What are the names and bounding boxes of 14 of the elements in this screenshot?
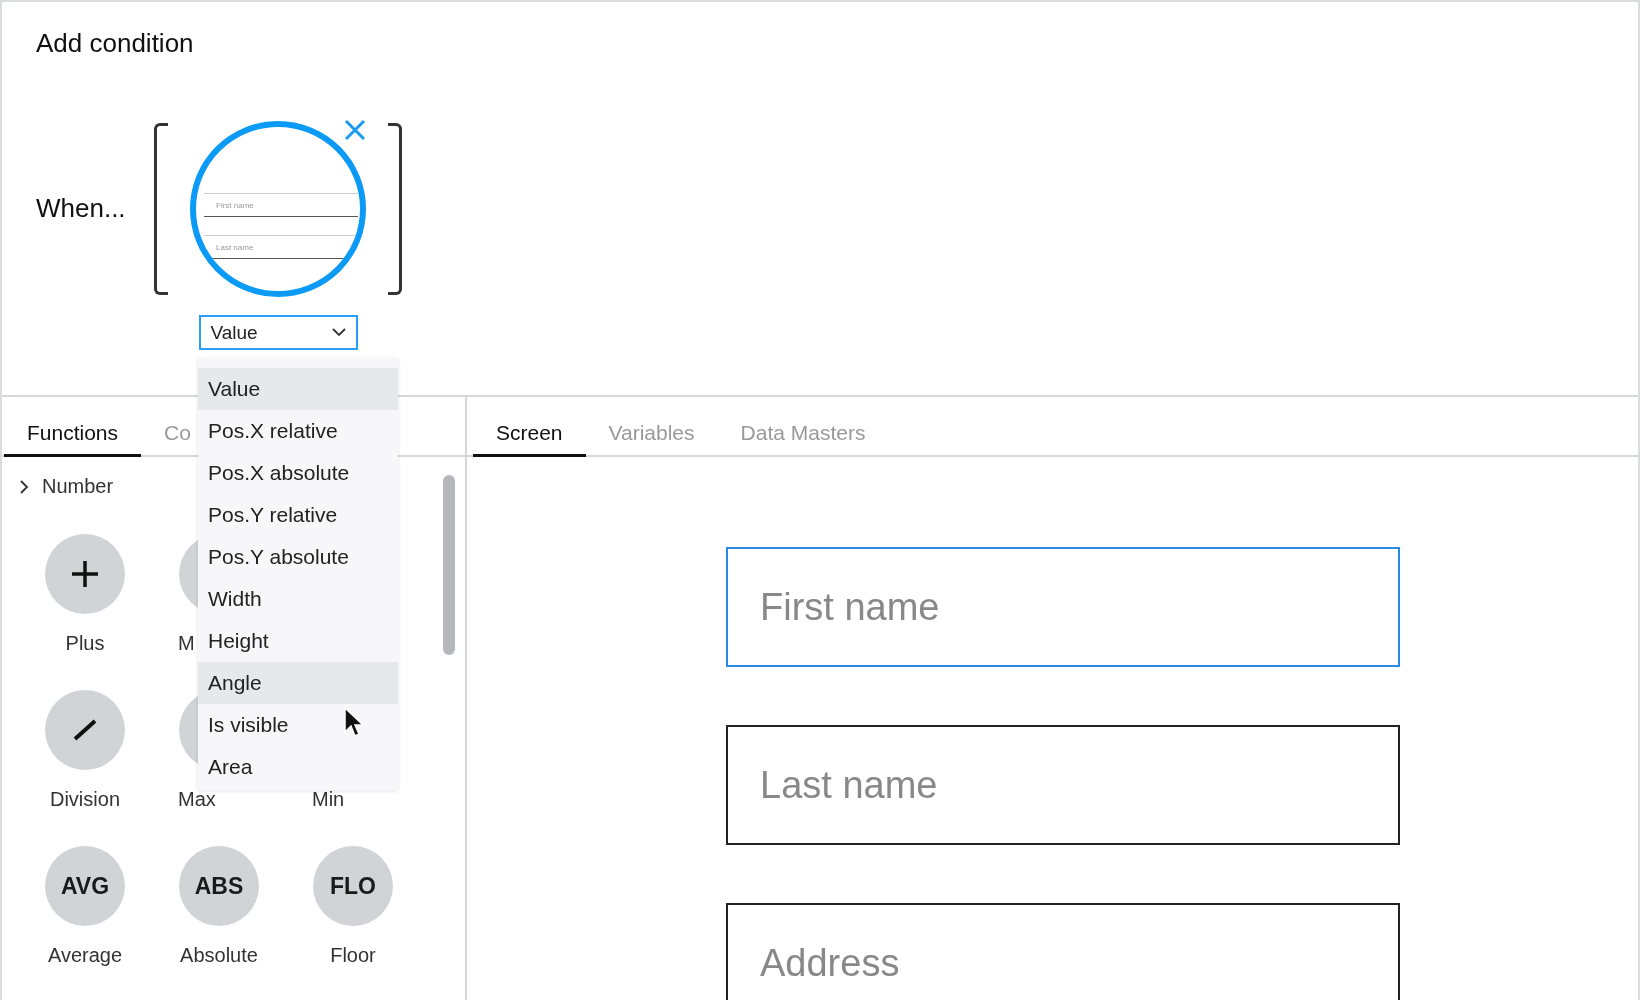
category-label: Number <box>42 475 114 498</box>
function-label: Average <box>47 944 123 967</box>
preview-field: First name <box>204 193 358 217</box>
when-label: When... <box>36 193 127 224</box>
function-label: M <box>177 632 195 655</box>
function-label: Min <box>311 788 345 811</box>
preview-field: Last name <box>204 235 358 259</box>
function-label: Floor <box>330 944 376 967</box>
function-label: Max <box>177 788 216 811</box>
function-label: Plus <box>65 632 105 655</box>
dropdown-value: Value <box>210 321 258 344</box>
function-label: Absolute <box>180 944 258 967</box>
dialog-title: Add condition <box>36 27 195 59</box>
function-label: Division <box>50 788 120 811</box>
